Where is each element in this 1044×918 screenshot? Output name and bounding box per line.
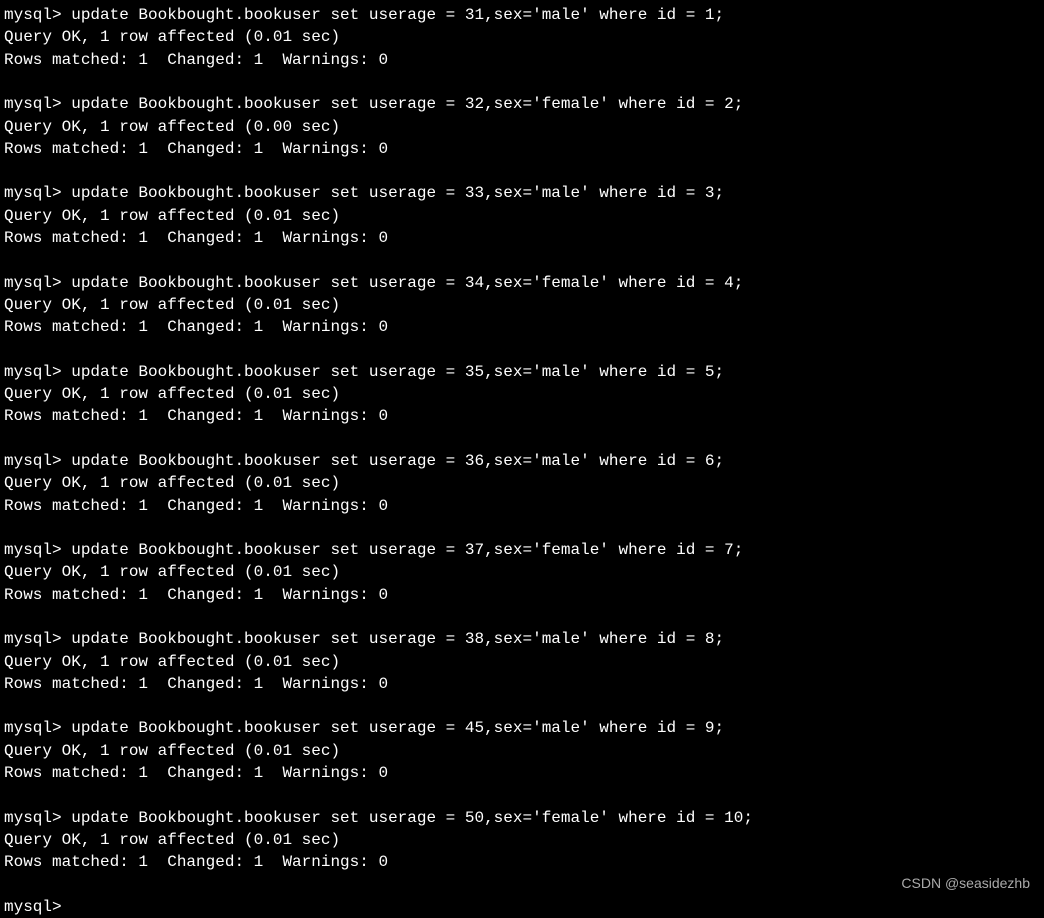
- command-line: mysql> update Bookbought.bookuser set us…: [4, 807, 1040, 829]
- command-line: mysql> update Bookbought.bookuser set us…: [4, 361, 1040, 383]
- query-ok-line: Query OK, 1 row affected (0.01 sec): [4, 294, 1040, 316]
- query-ok-line: Query OK, 1 row affected (0.01 sec): [4, 651, 1040, 673]
- rows-matched-line: Rows matched: 1 Changed: 1 Warnings: 0: [4, 138, 1040, 160]
- query-block: mysql> update Bookbought.bookuser set us…: [4, 361, 1040, 428]
- rows-matched-line: Rows matched: 1 Changed: 1 Warnings: 0: [4, 316, 1040, 338]
- query-block: mysql> update Bookbought.bookuser set us…: [4, 539, 1040, 606]
- command-line: mysql> update Bookbought.bookuser set us…: [4, 93, 1040, 115]
- command-line: mysql> update Bookbought.bookuser set us…: [4, 628, 1040, 650]
- query-block: mysql> update Bookbought.bookuser set us…: [4, 272, 1040, 339]
- query-block: mysql> update Bookbought.bookuser set us…: [4, 450, 1040, 517]
- command-line: mysql> update Bookbought.bookuser set us…: [4, 272, 1040, 294]
- rows-matched-line: Rows matched: 1 Changed: 1 Warnings: 0: [4, 227, 1040, 249]
- command-line: mysql> update Bookbought.bookuser set us…: [4, 717, 1040, 739]
- query-ok-line: Query OK, 1 row affected (0.01 sec): [4, 383, 1040, 405]
- command-line: mysql> update Bookbought.bookuser set us…: [4, 539, 1040, 561]
- query-ok-line: Query OK, 1 row affected (0.01 sec): [4, 205, 1040, 227]
- rows-matched-line: Rows matched: 1 Changed: 1 Warnings: 0: [4, 49, 1040, 71]
- rows-matched-line: Rows matched: 1 Changed: 1 Warnings: 0: [4, 673, 1040, 695]
- command-line: mysql> update Bookbought.bookuser set us…: [4, 4, 1040, 26]
- query-block: mysql> update Bookbought.bookuser set us…: [4, 628, 1040, 695]
- rows-matched-line: Rows matched: 1 Changed: 1 Warnings: 0: [4, 405, 1040, 427]
- command-line: mysql> update Bookbought.bookuser set us…: [4, 450, 1040, 472]
- command-line: mysql> update Bookbought.bookuser set us…: [4, 182, 1040, 204]
- rows-matched-line: Rows matched: 1 Changed: 1 Warnings: 0: [4, 584, 1040, 606]
- rows-matched-line: Rows matched: 1 Changed: 1 Warnings: 0: [4, 851, 1040, 873]
- query-ok-line: Query OK, 1 row affected (0.00 sec): [4, 116, 1040, 138]
- rows-matched-line: Rows matched: 1 Changed: 1 Warnings: 0: [4, 762, 1040, 784]
- query-ok-line: Query OK, 1 row affected (0.01 sec): [4, 740, 1040, 762]
- query-block: mysql> update Bookbought.bookuser set us…: [4, 4, 1040, 71]
- mysql-prompt[interactable]: mysql>: [4, 896, 1040, 918]
- query-block: mysql> update Bookbought.bookuser set us…: [4, 182, 1040, 249]
- query-block: mysql> update Bookbought.bookuser set us…: [4, 717, 1040, 784]
- query-ok-line: Query OK, 1 row affected (0.01 sec): [4, 561, 1040, 583]
- query-ok-line: Query OK, 1 row affected (0.01 sec): [4, 472, 1040, 494]
- query-block: mysql> update Bookbought.bookuser set us…: [4, 93, 1040, 160]
- query-ok-line: Query OK, 1 row affected (0.01 sec): [4, 26, 1040, 48]
- terminal-output[interactable]: mysql> update Bookbought.bookuser set us…: [4, 4, 1040, 918]
- query-ok-line: Query OK, 1 row affected (0.01 sec): [4, 829, 1040, 851]
- rows-matched-line: Rows matched: 1 Changed: 1 Warnings: 0: [4, 495, 1040, 517]
- watermark: CSDN @seasidezhb: [901, 874, 1030, 894]
- query-block: mysql> update Bookbought.bookuser set us…: [4, 807, 1040, 874]
